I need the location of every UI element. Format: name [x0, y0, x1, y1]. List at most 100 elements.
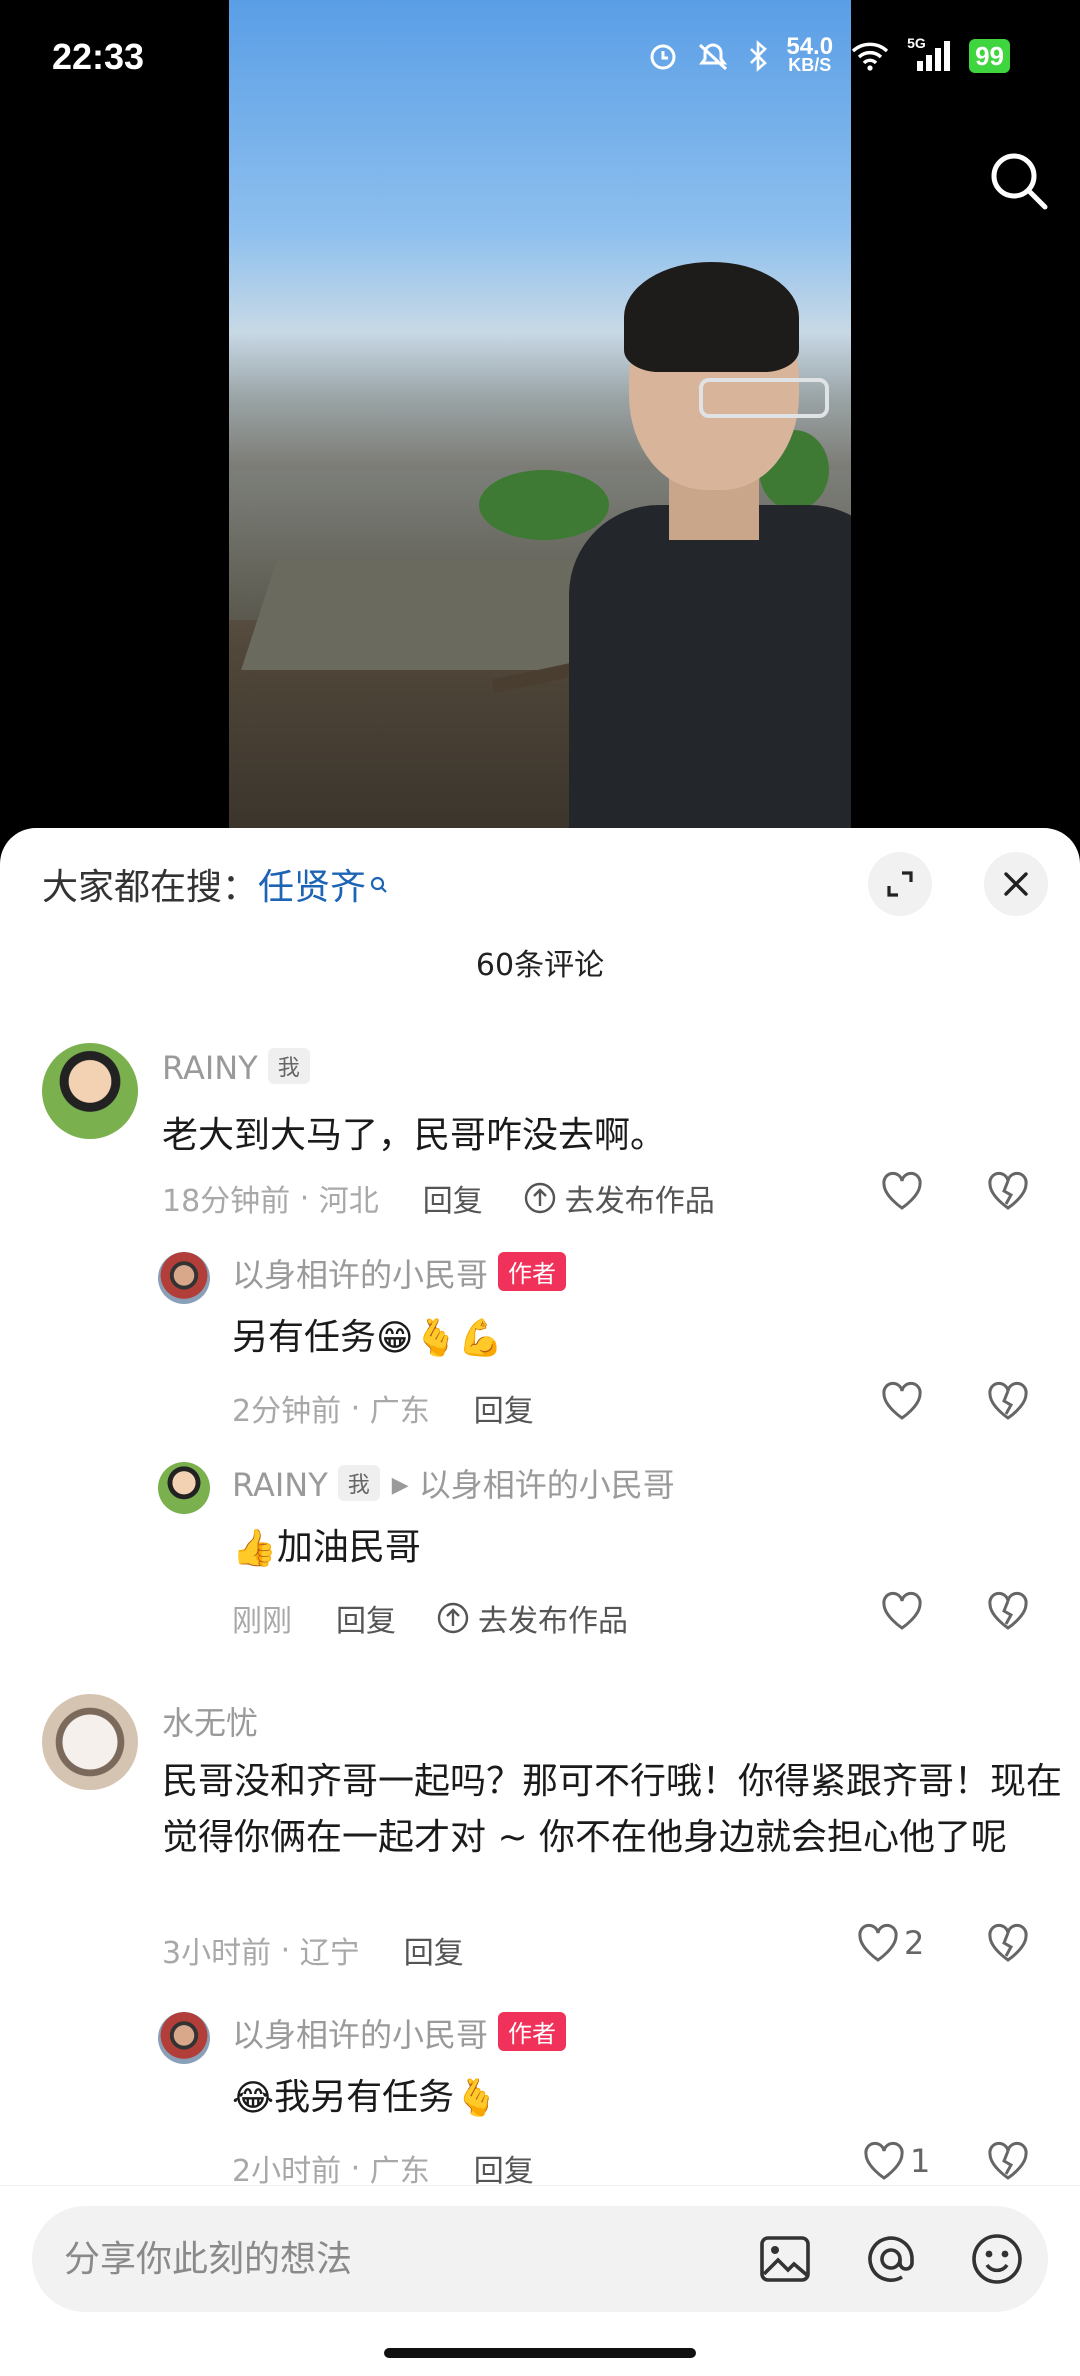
reply-emoji-lead: 👍: [232, 1528, 277, 1569]
dislike-button[interactable]: [986, 1922, 1030, 1964]
mute-icon: [696, 41, 730, 71]
comment-text[interactable]: 民哥没和齐哥一起吗？那可不行哦！你得紧跟齐哥！现在觉得你俩在一起才对 ~ 你不在…: [162, 1754, 1080, 1866]
like-button[interactable]: [880, 1380, 924, 1422]
author-tag: 作者: [498, 2012, 567, 2051]
reply-author[interactable]: 以身相许的小民哥 作者: [232, 2010, 567, 2056]
video-scene-tree: [479, 470, 609, 540]
video-player[interactable]: [229, 0, 851, 830]
reply-button[interactable]: 回复: [336, 1596, 396, 1640]
like-button[interactable]: 2: [856, 1922, 924, 1964]
comment-author[interactable]: 水无忧: [162, 1698, 258, 1744]
comment-input-box[interactable]: [32, 2206, 1048, 2312]
wifi-icon: [851, 41, 889, 71]
net-speed: 54.0 KB/S: [786, 33, 834, 75]
image-icon: [760, 2236, 810, 2282]
alarm-icon: [648, 41, 678, 71]
comment-meta: 3小时前 · 辽宁 回复: [162, 1928, 464, 1972]
broken-heart-icon: [988, 1591, 1028, 1630]
emoji-button[interactable]: [970, 2232, 1024, 2290]
reply-text-body: 我另有任务: [274, 2077, 455, 2118]
reply-button[interactable]: 回复: [474, 2146, 534, 2190]
status-bar: 22:33 54.0 KB/S 5G 99: [0, 0, 1080, 120]
broken-heart-icon: [988, 1381, 1028, 1420]
reply-text-body: 另有任务: [232, 1317, 377, 1358]
comment-time: 3小时前: [162, 1936, 272, 1971]
avatar[interactable]: [42, 1043, 138, 1139]
reply-emojis: 🫰: [454, 2078, 499, 2119]
reply-author[interactable]: 以身相许的小民哥 作者: [232, 1250, 567, 1296]
reply-avatar[interactable]: [158, 1252, 210, 1304]
reply-text[interactable]: 另有任务😁🫰💪: [232, 1310, 503, 1367]
video-search-button[interactable]: [988, 150, 1050, 216]
home-indicator[interactable]: [384, 2348, 696, 2358]
like-button[interactable]: [880, 1590, 924, 1632]
reply-meta: 2分钟前 · 广东 回复: [232, 1386, 534, 1430]
dislike-button[interactable]: [986, 2140, 1030, 2182]
reply-text[interactable]: 👍加油民哥: [232, 1520, 421, 1577]
reply-emoji-lead: 😂: [232, 2078, 275, 2119]
reply-text[interactable]: 😂我另有任务🫰: [232, 2070, 499, 2127]
like-count: 1: [910, 2142, 931, 2180]
reply-time: 2小时前: [232, 2154, 342, 2189]
publish-work-label: 去发布作品: [564, 1184, 715, 1219]
dislike-button[interactable]: [986, 1170, 1030, 1212]
reply-meta: 刚刚 回复 去发布作品: [232, 1596, 628, 1640]
dislike-button[interactable]: [986, 1590, 1030, 1632]
broken-heart-icon: [988, 1923, 1028, 1962]
reply-button[interactable]: 回复: [474, 1386, 534, 1430]
reply-button[interactable]: 回复: [404, 1928, 464, 1972]
video-person-shirt: [569, 505, 851, 830]
battery-indicator: 99: [969, 39, 1010, 73]
avatar[interactable]: [42, 1694, 138, 1790]
reply-avatar[interactable]: [158, 1462, 210, 1514]
comment-location: 辽宁: [299, 1936, 360, 1971]
reply-author[interactable]: RAINY 我 ▶ 以身相许的小民哥: [232, 1460, 675, 1506]
comment-sheet: 大家都在搜：任贤齐 60条评论 RAINY 我 老大到大马了，民哥咋没去啊。 18…: [0, 828, 1080, 2376]
at-sign-icon: [868, 2236, 914, 2282]
dislike-button[interactable]: [986, 1380, 1030, 1422]
publish-work-button[interactable]: 去发布作品: [436, 1596, 628, 1640]
comment-text[interactable]: 老大到大马了，民哥咋没去啊。: [162, 1108, 666, 1164]
close-icon: [1004, 872, 1028, 896]
reply-avatar[interactable]: [158, 2012, 210, 2064]
comment-count-title: 60条评论: [475, 948, 605, 983]
reply-to-name[interactable]: 以身相许的小民哥: [419, 1466, 675, 1504]
heart-icon: [882, 1381, 922, 1420]
like-button[interactable]: 1: [862, 2140, 930, 2182]
mention-button[interactable]: [864, 2232, 918, 2290]
comment-location: 河北: [318, 1184, 379, 1219]
publish-work-button[interactable]: 去发布作品: [523, 1176, 715, 1220]
author-name[interactable]: 以身相许的小民哥: [232, 2016, 488, 2054]
search-icon: [991, 153, 1048, 210]
comment-input[interactable]: [64, 2206, 724, 2312]
heart-icon: [858, 1923, 898, 1962]
author-name[interactable]: RAINY: [232, 1466, 328, 1504]
author-name[interactable]: RAINY: [162, 1049, 258, 1087]
hot-search[interactable]: 大家都在搜：任贤齐: [42, 858, 388, 910]
heart-icon: [864, 2141, 904, 2180]
heart-icon: [882, 1171, 922, 1210]
comment-author[interactable]: RAINY 我: [162, 1048, 310, 1087]
me-tag: 我: [267, 1048, 310, 1084]
meta-separator: ·: [341, 2150, 370, 2186]
reply-location: 广东: [369, 2154, 430, 2189]
like-button[interactable]: [880, 1170, 924, 1212]
heart-icon: [882, 1591, 922, 1630]
status-time: 22:33: [52, 36, 145, 77]
author-name[interactable]: 以身相许的小民哥: [232, 1256, 488, 1294]
reply-emojis: 😁🫰💪: [376, 1318, 504, 1359]
author-name[interactable]: 水无忧: [162, 1704, 258, 1742]
bluetooth-icon: [748, 40, 768, 72]
image-picker-button[interactable]: [758, 2232, 812, 2290]
expand-button[interactable]: [868, 852, 932, 916]
hot-search-term[interactable]: 任贤齐: [258, 867, 366, 908]
close-button[interactable]: [984, 852, 1048, 916]
reply-button[interactable]: 回复: [423, 1176, 483, 1220]
reply-text-body: 加油民哥: [276, 1527, 421, 1568]
comment-meta: 18分钟前 · 河北 回复 去发布作品: [162, 1176, 715, 1220]
video-person-glasses: [699, 378, 829, 418]
status-icons: 54.0 KB/S 5G 99: [648, 33, 1010, 75]
reply-time: 2分钟前: [232, 1394, 342, 1429]
meta-separator: ·: [290, 1180, 319, 1216]
comment-time: 18分钟前: [162, 1184, 291, 1219]
